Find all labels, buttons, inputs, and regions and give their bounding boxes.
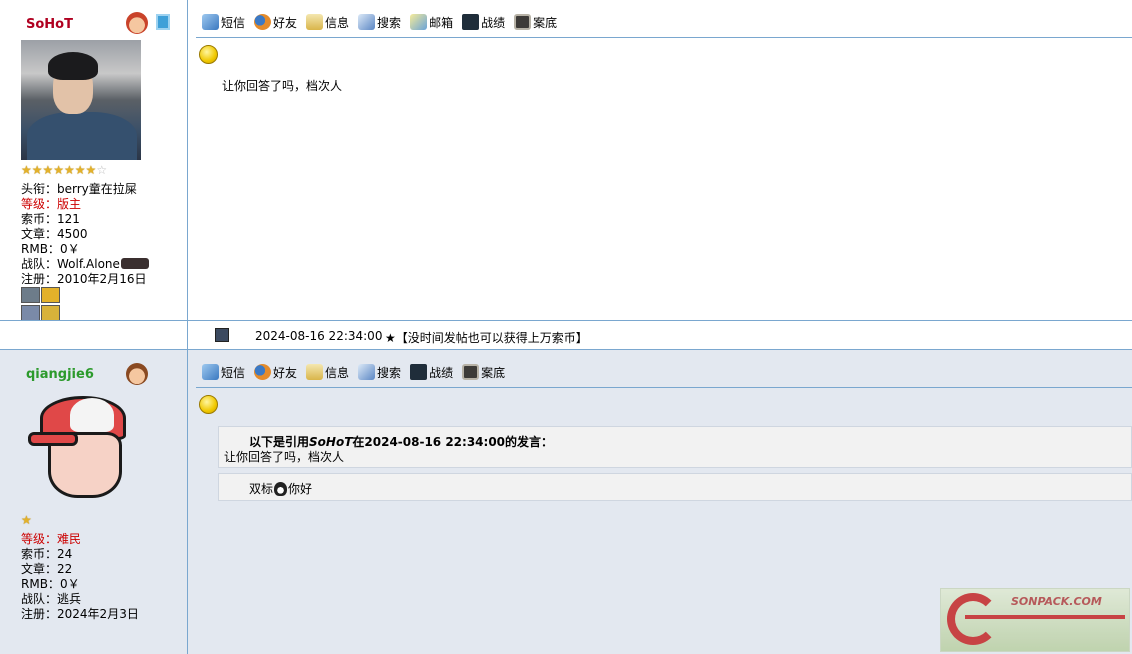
post-time: 2024-08-16 22:34:00 (255, 329, 383, 343)
post-1-author-panel: SoHoT ★★★★★★★☆ 头衔：berry童在拉屎 等级：版主 索币：121… (0, 0, 188, 323)
search-icon (358, 364, 376, 380)
toolbar-divider (196, 37, 1132, 38)
tb-case[interactable]: 案底 (462, 364, 505, 381)
case-icon (462, 364, 480, 380)
author-avatar[interactable] (21, 40, 141, 160)
friends-icon (254, 364, 272, 380)
tb-friends[interactable]: 好友 (254, 14, 297, 31)
post-1-toolbar: 短信 好友 信息 搜索 邮箱 战绩 案底 (202, 12, 557, 32)
footer-left-cell (0, 321, 188, 349)
author-info: 头衔：berry童在拉屎 等级：版主 索币：121 文章：4500 RMB：0￥… (21, 182, 149, 287)
gender-head-icon (126, 12, 148, 34)
record-icon (462, 14, 480, 30)
tb-message[interactable]: 短信 (202, 364, 245, 381)
computer-icon (215, 328, 229, 342)
smiley-icon (199, 45, 218, 64)
reply-text: 双标 你好 (249, 481, 313, 496)
tb-record[interactable]: 战绩 (410, 364, 453, 381)
author-avatar[interactable] (26, 392, 138, 508)
tb-friends[interactable]: 好友 (254, 364, 297, 381)
reply-block: 双标 你好 (218, 473, 1132, 501)
post-2-toolbar: 短信 好友 信息 搜索 战绩 案底 (202, 362, 505, 382)
smiley-icon (199, 395, 218, 414)
site-watermark-logo: SONPACK.COM (940, 588, 1130, 652)
record-icon (410, 364, 428, 380)
tb-info[interactable]: 信息 (306, 14, 349, 31)
rank-stars: ★ (21, 513, 32, 527)
author-info: 等级：难民 索币：24 文章：22 RMB：0￥ 战队：逃兵 注册：2024年2… (21, 532, 139, 621)
info-icon (306, 364, 324, 380)
post-2-author-panel: ★ 等级：难民 索币：24 文章：22 RMB：0￥ 战队：逃兵 注册：2024… (0, 350, 188, 654)
qq-penguin-icon (274, 481, 288, 496)
medal-icons (21, 287, 63, 323)
message-icon (202, 14, 219, 30)
post-1: SoHoT ★★★★★★★☆ 头衔：berry童在拉屎 等级：版主 索币：121… (0, 0, 1132, 323)
post-1-content: 短信 好友 信息 搜索 邮箱 战绩 案底 让你回答了吗，档次人 (188, 0, 1132, 320)
quote-block: 以下是引用SoHoT在2024-08-16 22:34:00的发言： 让你回答了… (218, 426, 1132, 468)
tb-case[interactable]: 案底 (514, 14, 557, 31)
tb-message[interactable]: 短信 (202, 14, 245, 31)
tb-record[interactable]: 战绩 (462, 14, 505, 31)
footer-main-cell: 2024-08-16 22:34:00 ★【没时间发帖也可以获得上万索币】 (188, 321, 1132, 349)
tb-info[interactable]: 信息 (306, 364, 349, 381)
message-icon (202, 364, 219, 380)
gender-head-icon (126, 363, 148, 385)
author-username[interactable]: qiangjie6 (26, 367, 94, 382)
author-username[interactable]: SoHoT (26, 17, 73, 32)
tb-mail[interactable]: 邮箱 (410, 14, 453, 31)
tb-search[interactable]: 搜索 (358, 364, 401, 381)
friends-icon (254, 14, 272, 30)
info-icon (306, 14, 324, 30)
tb-search[interactable]: 搜索 (358, 14, 401, 31)
team-badge-icon (120, 258, 149, 269)
search-icon (358, 14, 376, 30)
signature-text[interactable]: ★【没时间发帖也可以获得上万索币】 (385, 329, 588, 346)
post-1-text: 让你回答了吗，档次人 (222, 79, 343, 93)
quote-body: 让你回答了吗，档次人 (224, 450, 345, 464)
toolbar-divider (196, 387, 1132, 388)
rank-stars: ★★★★★★★☆ (21, 163, 108, 177)
mail-icon (410, 14, 428, 30)
bookmark-icon[interactable] (156, 14, 170, 30)
post-1-footer: 2024-08-16 22:34:00 ★【没时间发帖也可以获得上万索币】 (0, 320, 1132, 350)
case-icon (514, 14, 532, 30)
